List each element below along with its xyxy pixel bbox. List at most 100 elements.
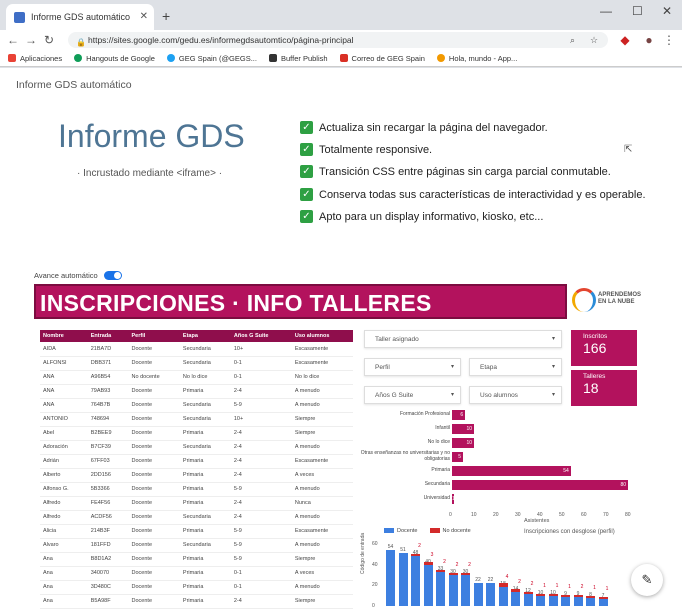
- browser-tab[interactable]: Informe GDS automático ✕: [6, 4, 154, 30]
- chart-bar[interactable]: [411, 554, 420, 557]
- chart-bar[interactable]: [536, 595, 545, 606]
- chart-bar[interactable]: [573, 594, 583, 597]
- chart-bar[interactable]: [398, 553, 408, 606]
- browser-chrome: Informe GDS automático ✕ + — ☐ ✕ ← → ↻ 🔒…: [0, 0, 682, 68]
- close-tab-icon[interactable]: ✕: [140, 11, 148, 22]
- address-bar[interactable]: 🔒 https://sites.google.com/gedu.es/infor…: [68, 32, 608, 48]
- avatar-icon[interactable]: ●: [640, 33, 658, 47]
- table-cell: Ana: [40, 552, 88, 567]
- table-row: Alberto 2DD156 Docente Primaria 2-4 A veces: [40, 468, 353, 483]
- chart-bar[interactable]: [511, 591, 520, 606]
- chart-bar[interactable]: [561, 596, 570, 606]
- table-cell: Docente: [128, 412, 180, 427]
- x-axis-title: Asistentes: [524, 518, 550, 524]
- column-header[interactable]: Etapa: [179, 330, 231, 342]
- table-cell: 2DD156: [87, 468, 129, 483]
- chart-bar[interactable]: [461, 572, 470, 575]
- chart-bar[interactable]: [598, 598, 608, 606]
- bookmark-buffer[interactable]: Buffer Publish: [268, 54, 328, 63]
- auto-advance-toggle[interactable]: [103, 271, 122, 280]
- menu-icon[interactable]: ⋮: [660, 33, 678, 47]
- table-cell: 214B3F: [87, 524, 129, 539]
- chart-bar[interactable]: [598, 596, 608, 599]
- table-cell: ANA: [40, 384, 88, 399]
- chart-bar[interactable]: [486, 583, 495, 606]
- table-cell: 10+: [230, 412, 292, 427]
- chart-bar[interactable]: [523, 593, 533, 606]
- table-cell: Docente: [128, 524, 180, 539]
- site-title[interactable]: Informe GDS automático: [16, 79, 132, 91]
- chart-bar[interactable]: 10: [452, 424, 474, 434]
- chart-bar[interactable]: [423, 561, 433, 565]
- chart-bar[interactable]: [448, 572, 458, 575]
- chart-bar[interactable]: [411, 556, 420, 606]
- chart-bar[interactable]: [423, 564, 433, 606]
- legend-item[interactable]: Docente: [384, 528, 418, 534]
- new-tab-icon[interactable]: +: [162, 8, 170, 24]
- chart-bar[interactable]: 1: [452, 494, 455, 504]
- bookmark-twitter[interactable]: GEG Spain (@GEGS...: [166, 54, 257, 63]
- reload-icon[interactable]: ↻: [40, 33, 58, 47]
- chart-bar[interactable]: [548, 593, 558, 596]
- chart-bar[interactable]: 6: [452, 410, 466, 420]
- site-favicon-icon: [14, 11, 25, 23]
- table-cell: 79AB93: [87, 384, 129, 399]
- edit-pencil-icon[interactable]: ✎: [631, 564, 663, 596]
- maximize-icon[interactable]: ☐: [632, 4, 643, 18]
- etapa-filter[interactable]: Etapa ▾: [469, 358, 562, 376]
- table-cell: 0-1: [230, 566, 292, 581]
- table-cell: Alfredo: [40, 510, 88, 525]
- chart-bar[interactable]: [461, 575, 470, 606]
- column-header[interactable]: Nombre: [40, 330, 88, 342]
- chart-bar[interactable]: [548, 595, 558, 606]
- table-cell: 5-9: [230, 524, 292, 539]
- bookmark-gmail[interactable]: Correo de GEG Spain: [339, 54, 425, 63]
- data-label: 2: [418, 543, 421, 550]
- table-cell: Docente: [128, 510, 180, 525]
- bookmark-hangouts[interactable]: Hangouts de Google: [74, 54, 155, 63]
- column-header[interactable]: Uso alumnos: [291, 330, 353, 342]
- chart-bar[interactable]: [523, 591, 533, 594]
- chart-bar[interactable]: [448, 575, 458, 606]
- appsscript-icon: [436, 54, 445, 62]
- star-icon[interactable]: ☆: [590, 32, 598, 48]
- chart-bar[interactable]: 5: [452, 452, 463, 462]
- table-cell: A menudo: [291, 482, 353, 497]
- chart-bar[interactable]: [386, 550, 395, 606]
- uso-filter[interactable]: Uso alumnos ▾: [469, 386, 562, 404]
- feature-item: ✓ Actualiza sin recargar la página del na…: [300, 121, 548, 134]
- chart-bar[interactable]: [561, 594, 570, 597]
- column-header[interactable]: Perfil: [128, 330, 180, 342]
- bookmark-apps[interactable]: Aplicaciones: [8, 54, 62, 63]
- column-header[interactable]: Años G Suite: [230, 330, 292, 342]
- chart-bar[interactable]: [436, 569, 445, 572]
- chart-bar[interactable]: 54: [452, 466, 571, 476]
- zoom-icon[interactable]: ⌕: [570, 32, 575, 48]
- chart-bar[interactable]: [586, 597, 595, 606]
- close-window-icon[interactable]: ✕: [662, 4, 672, 18]
- chart-bar[interactable]: [573, 596, 583, 606]
- bookmark-hola[interactable]: Hola, mundo - App...: [436, 54, 517, 63]
- chart-bar[interactable]: [498, 587, 508, 606]
- chart-bar[interactable]: [498, 583, 508, 588]
- table-row: ALFONSI DBB371 Docente Secundaria 0-1 Escasam…: [40, 356, 353, 371]
- anos-filter[interactable]: Años G Suite ▾: [364, 386, 461, 404]
- chart-bar[interactable]: [586, 595, 595, 598]
- chart-bar[interactable]: [511, 589, 520, 592]
- legend-item[interactable]: No docente: [429, 528, 471, 534]
- forward-icon[interactable]: →: [22, 33, 40, 47]
- extension-icon[interactable]: ◆: [616, 33, 634, 47]
- chart-bar[interactable]: 10: [452, 438, 474, 448]
- chart-bar[interactable]: [473, 583, 483, 606]
- chart-bar[interactable]: 80: [452, 480, 628, 490]
- minimize-icon[interactable]: —: [600, 4, 612, 18]
- buffer-icon: [268, 54, 277, 62]
- table-cell: Docente: [128, 398, 180, 413]
- chart-bar[interactable]: [436, 571, 445, 606]
- chart-bar[interactable]: [536, 593, 545, 596]
- back-icon[interactable]: ←: [4, 33, 22, 47]
- perfil-filter[interactable]: Perfil ▾: [364, 358, 461, 376]
- column-header[interactable]: Entrada: [87, 330, 129, 342]
- taller-filter[interactable]: Taller asignado ▾: [364, 330, 562, 348]
- table-cell: 5-9: [230, 482, 292, 497]
